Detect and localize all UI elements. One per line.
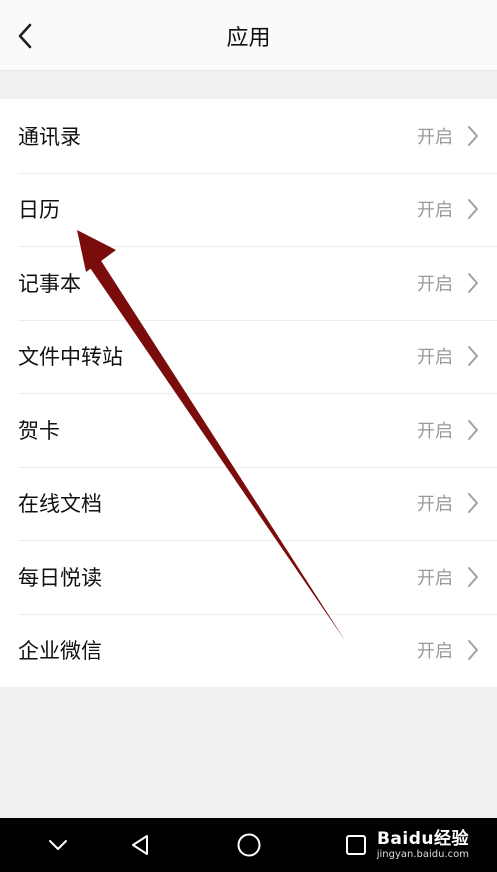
nav-down-button[interactable]	[40, 828, 76, 862]
nav-recents-button[interactable]	[338, 828, 374, 862]
header-bar: 应用	[0, 0, 497, 71]
list-item-greeting-card[interactable]: 贺卡 开启	[0, 393, 497, 467]
list-item-status: 开启	[417, 567, 453, 589]
list-item-status: 开启	[417, 420, 453, 442]
chevron-right-icon	[465, 418, 481, 442]
watermark-brand: Baidu经验	[376, 829, 469, 849]
app-list: 通讯录 开启 日历 开启 记事本 开启 文件中转站 开启 贺卡 开启 在线文档 …	[0, 99, 497, 687]
list-item-enterprise-wechat[interactable]: 企业微信 开启	[0, 613, 497, 688]
chevron-right-icon	[465, 344, 481, 368]
list-item-file-transfer[interactable]: 文件中转站 开启	[0, 319, 497, 394]
list-item-daily-reading[interactable]: 每日悦读 开启	[0, 540, 497, 614]
chevron-right-icon	[465, 271, 481, 295]
list-item-status: 开启	[417, 494, 453, 516]
list-item-status: 开启	[417, 200, 453, 222]
list-item-label: 贺卡	[18, 418, 60, 443]
watermark-url: jingyan.baidu.com	[376, 849, 469, 860]
list-item-status: 开启	[417, 347, 453, 369]
system-nav-bar: Baidu经验 jingyan.baidu.com	[0, 818, 497, 872]
list-item-label: 在线文档	[18, 492, 102, 517]
list-item-calendar[interactable]: 日历 开启	[0, 172, 497, 247]
chevron-right-icon	[465, 197, 481, 221]
chevron-right-icon	[465, 124, 481, 148]
list-item-contacts[interactable]: 通讯录 开启	[0, 99, 497, 173]
chevron-right-icon	[465, 491, 481, 515]
list-item-notepad[interactable]: 记事本 开启	[0, 246, 497, 320]
nav-home-icon	[237, 833, 261, 857]
list-item-status: 开启	[417, 126, 453, 148]
list-item-status: 开启	[417, 641, 453, 663]
list-item-label: 企业微信	[18, 639, 102, 664]
nav-back-button[interactable]	[122, 828, 158, 862]
nav-down-icon	[49, 840, 67, 850]
list-item-label: 记事本	[18, 271, 81, 296]
nav-back-icon	[132, 835, 148, 855]
list-item-label: 文件中转站	[18, 345, 123, 370]
list-item-online-docs[interactable]: 在线文档 开启	[0, 466, 497, 541]
nav-recents-icon	[346, 835, 366, 855]
list-item-label: 日历	[18, 198, 60, 223]
list-item-label: 通讯录	[18, 124, 81, 149]
list-item-label: 每日悦读	[18, 565, 102, 590]
page-title: 应用	[226, 26, 271, 51]
watermark: Baidu经验 jingyan.baidu.com	[377, 824, 469, 860]
nav-home-button[interactable]	[231, 828, 267, 862]
chevron-right-icon	[465, 638, 481, 662]
chevron-right-icon	[465, 565, 481, 589]
list-item-status: 开启	[417, 273, 453, 295]
